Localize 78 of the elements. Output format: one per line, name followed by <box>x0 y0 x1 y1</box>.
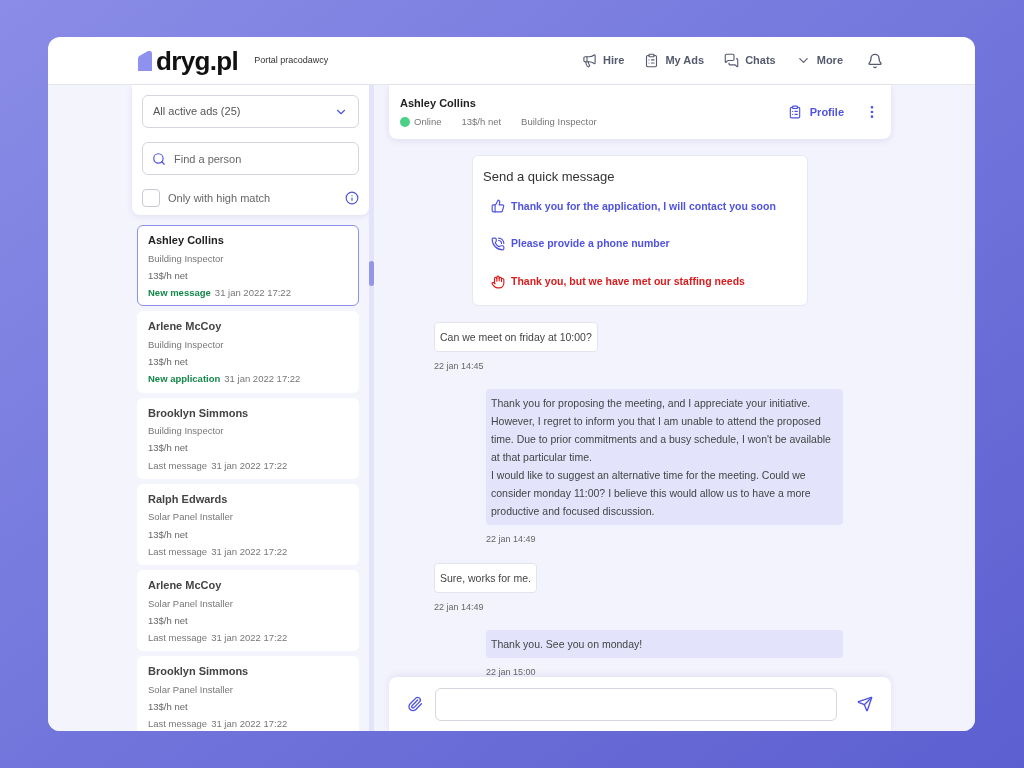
contact-status: New message <box>148 286 211 300</box>
logo-icon <box>138 50 152 71</box>
contact-status: Last message <box>148 717 208 731</box>
contact-rate: 13$/h net <box>148 268 189 283</box>
megaphone-icon <box>582 53 598 68</box>
contact-name: Brooklyn Simmons <box>148 664 250 680</box>
logo-text: dryg.pl <box>156 47 239 74</box>
message-time: 22 jan 15:00 <box>486 666 537 680</box>
message-bubble: Can we meet on friday at 10:00? <box>434 321 598 352</box>
contact-card[interactable]: Ashley Collins Building Inspector 13$/h net New message 31 jan 2022 17:22 <box>137 225 360 307</box>
quick-reply-button[interactable]: Thank you for the application, I will contact you soon <box>491 198 797 215</box>
contact-status: New application <box>148 372 221 387</box>
contact-name: Ashley Collins <box>148 233 225 248</box>
message-bubble: Thank you. See you on monday! <box>486 630 843 659</box>
phone-icon <box>491 237 505 252</box>
notifications-icon[interactable] <box>867 52 883 69</box>
quick-message-title: Send a quick message <box>483 168 616 186</box>
nav-link[interactable]: Hire <box>582 52 625 69</box>
checkbox[interactable] <box>142 189 160 207</box>
hand-icon <box>491 274 505 289</box>
chat-bubbles-icon <box>724 53 740 68</box>
contact-status: Last message <box>148 544 208 559</box>
contact-card[interactable]: Brooklyn Simmons Building Inspector 13$/h net Last message 31 jan 2022 17:22 <box>137 397 360 479</box>
send-icon[interactable] <box>857 696 873 712</box>
contact-rate: 13$/h net <box>148 441 189 456</box>
contact-role: Solar Panel Installer <box>148 510 235 525</box>
chat-contact-name: Ashley Collins <box>400 95 477 111</box>
contact-role: Building Inspector <box>148 424 225 438</box>
info-icon[interactable] <box>345 191 360 205</box>
contact-card[interactable]: Brooklyn Simmons Solar Panel Installer 13$/h net Last message 31 jan 2022 17:22 <box>137 656 360 731</box>
paperclip-icon[interactable] <box>407 696 423 712</box>
contact-role: Building Inspector <box>148 251 225 266</box>
checkbox-label: Only with high match <box>168 190 271 206</box>
nav-link[interactable]: Chats <box>724 52 776 69</box>
message-input[interactable] <box>435 687 837 721</box>
contact-role: Building Inspector <box>148 337 225 352</box>
contact-time: 31 jan 2022 17:22 <box>224 372 301 387</box>
contact-time: 31 jan 2022 17:22 <box>211 717 288 731</box>
contact-card[interactable]: Arlene McCoy Building Inspector 13$/h net New application 31 jan 2022 17:22 <box>137 311 360 393</box>
contact-time: 31 jan 2022 17:22 <box>211 631 288 645</box>
clipboard-icon <box>644 53 660 68</box>
profile-link[interactable]: Profile <box>787 103 844 121</box>
contact-time: 31 jan 2022 17:22 <box>214 286 291 300</box>
contact-rate: 13$/h net <box>148 613 189 628</box>
ads-dropdown[interactable]: All active ads (25) <box>142 95 360 128</box>
scrollbar[interactable] <box>369 85 374 731</box>
quick-reply-button[interactable]: Thank you, but we have met our staffing needs <box>491 274 797 290</box>
search-icon <box>152 152 166 166</box>
contact-status: Last message <box>148 631 208 645</box>
contact-role: Solar Panel Installer <box>148 596 235 611</box>
portal-subtitle: Portal pracodawcy <box>254 53 329 67</box>
contact-rate: 13$/h net <box>148 527 189 542</box>
chat-contact-role: Building Inspector <box>521 115 597 130</box>
message-bubble: Thank you for proposing the meeting, and I appreciate your initiative. However, I regret to inform you that I am unable to attend the proposed time. Due to prior commitments and a busy schedule, I won't be available at that particular time. I would like to suggest an alternative time for the meeting. Could we consider monday 11:00? I believe this would allow us to have a more productive and focused discussion. <box>486 389 843 526</box>
thumbs-up-icon <box>491 199 505 214</box>
contact-rate: 13$/h net <box>148 355 189 369</box>
nav-link[interactable]: My Ads <box>644 52 705 69</box>
quick-reply-button[interactable]: Please provide a phone number <box>491 236 797 252</box>
clipboard-icon <box>787 105 802 119</box>
nav-link[interactable]: More <box>795 52 843 69</box>
search-field[interactable]: Find a person <box>142 142 360 175</box>
contact-name: Ralph Edwards <box>148 491 229 507</box>
contact-name: Arlene McCoy <box>148 319 223 335</box>
online-status: Online <box>414 115 442 130</box>
contact-name: Arlene McCoy <box>148 578 223 593</box>
contact-rate: 13$/h net <box>148 700 189 714</box>
contact-time: 31 jan 2022 17:22 <box>211 458 288 473</box>
message-bubble: Sure, works for me. <box>434 562 538 593</box>
message-time: 22 jan 14:45 <box>434 359 484 373</box>
message-time: 22 jan 14:49 <box>434 600 484 614</box>
message-time: 22 jan 14:49 <box>486 533 537 547</box>
chat-contact-rate: 13$/h net <box>461 115 502 130</box>
contact-status: Last message <box>148 458 208 473</box>
contact-role: Solar Panel Installer <box>148 682 235 697</box>
contact-card[interactable]: Ralph Edwards Solar Panel Installer 13$/h net Last message 31 jan 2022 17:22 <box>137 483 360 565</box>
contact-time: 31 jan 2022 17:22 <box>211 544 288 559</box>
contact-name: Brooklyn Simmons <box>148 405 250 421</box>
contact-card[interactable]: Arlene McCoy Solar Panel Installer 13$/h net Last message 31 jan 2022 17:22 <box>137 570 360 652</box>
